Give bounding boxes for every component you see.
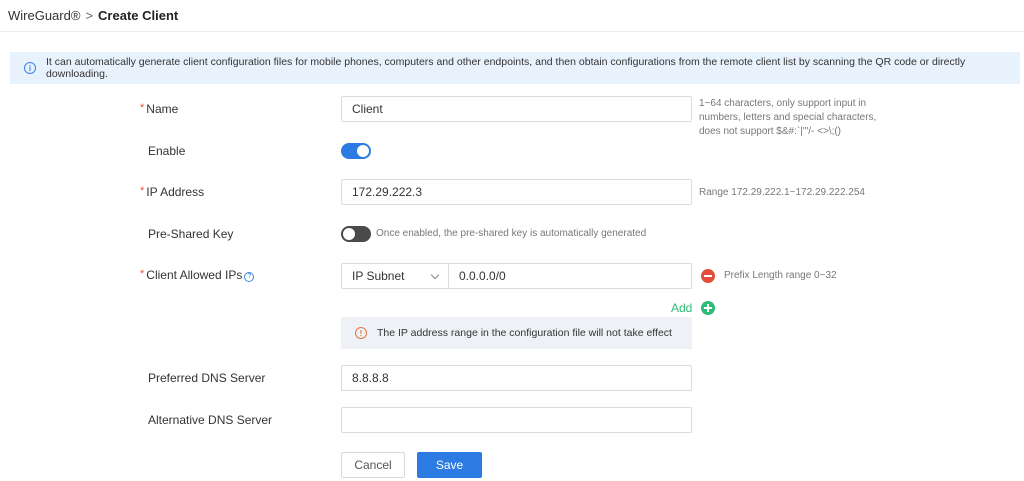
breadcrumb-separator: >: [85, 7, 94, 23]
chevron-down-icon: [430, 270, 440, 280]
enable-toggle[interactable]: [341, 143, 371, 159]
client-allowed-ips-label: * Client Allowed IPs?: [140, 267, 255, 283]
cancel-button[interactable]: Cancel: [341, 452, 405, 478]
page-title: Create Client: [98, 7, 179, 23]
required-asterisk: *: [140, 268, 145, 280]
toggle-knob: [357, 145, 369, 157]
warning-notice: ! The IP address range in the configurat…: [341, 317, 692, 349]
preferred-dns-label: Preferred DNS Server: [148, 371, 266, 385]
breadcrumb: WireGuard® > Create Client: [8, 6, 178, 24]
question-icon[interactable]: ?: [244, 272, 255, 282]
name-input[interactable]: Client: [341, 96, 692, 122]
info-banner-text: It can automatically generate client con…: [46, 56, 966, 80]
toggle-knob: [343, 228, 355, 240]
pre-shared-key-hint: Once enabled, the pre-shared key is auto…: [376, 228, 647, 239]
pre-shared-key-label: Pre-Shared Key: [148, 227, 234, 241]
name-hint: 1~64 characters, only support input in n…: [699, 98, 877, 137]
required-asterisk: *: [140, 102, 145, 114]
prefix-length-hint: Prefix Length range 0~32: [724, 270, 837, 281]
info-icon: i: [24, 62, 36, 74]
info-banner: i It can automatically generate client c…: [10, 52, 1020, 84]
ip-address-label: * IP Address: [140, 185, 205, 199]
remove-circle-icon[interactable]: [701, 269, 715, 283]
ip-address-hint: Range 172.29.222.1~172.29.222.254: [699, 187, 865, 198]
add-circle-icon[interactable]: [701, 301, 715, 315]
required-asterisk: *: [140, 185, 145, 197]
breadcrumb-parent[interactable]: WireGuard®: [8, 8, 80, 23]
allowed-ip-input[interactable]: 0.0.0.0/0: [448, 263, 692, 289]
warning-text: The IP address range in the configuratio…: [377, 327, 672, 339]
ip-address-input[interactable]: 172.29.222.3: [341, 179, 692, 205]
ip-type-select[interactable]: IP Subnet: [341, 263, 449, 289]
enable-label: Enable: [148, 144, 186, 158]
header-divider: [0, 31, 1024, 32]
add-link[interactable]: Add: [671, 301, 692, 315]
pre-shared-key-toggle[interactable]: [341, 226, 371, 242]
ip-type-value: IP Subnet: [352, 269, 405, 283]
save-button[interactable]: Save: [417, 452, 482, 478]
warning-icon: !: [355, 327, 367, 339]
alternative-dns-input[interactable]: [341, 407, 692, 433]
preferred-dns-input[interactable]: 8.8.8.8: [341, 365, 692, 391]
name-label: * Name: [140, 102, 179, 116]
alternative-dns-label: Alternative DNS Server: [148, 413, 273, 427]
